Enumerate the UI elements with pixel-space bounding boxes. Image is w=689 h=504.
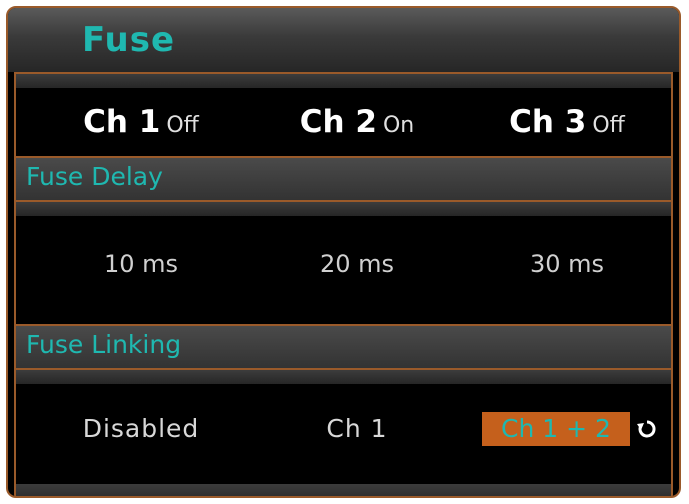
- section-strip: [16, 370, 671, 384]
- channel-state: On: [382, 113, 415, 138]
- fuse-linking-ch2[interactable]: Ch 1: [272, 414, 442, 443]
- channel-label: Ch 3: [509, 104, 587, 140]
- channel-ch1[interactable]: Ch 1 Off: [56, 104, 226, 140]
- channel-label: Ch 2: [299, 104, 377, 140]
- cycle-arrow-icon[interactable]: [636, 418, 658, 440]
- fuse-linking-ch1[interactable]: Disabled: [56, 414, 226, 443]
- fuse-panel: Fuse Ch 1 Off Ch 2 On Ch 3 Off Fuse Delay 1…: [6, 6, 681, 498]
- fuse-delay-ch1[interactable]: 10 ms: [56, 250, 226, 278]
- fuse-linking-label: Fuse Linking: [26, 330, 182, 359]
- channel-label: Ch 1: [83, 104, 161, 140]
- fuse-delay-header: Fuse Delay: [16, 156, 671, 202]
- fuse-linking-ch3-selected[interactable]: Ch 1 + 2: [482, 412, 630, 446]
- channel-ch3[interactable]: Ch 3 Off: [482, 104, 652, 140]
- channel-state: Off: [592, 113, 625, 138]
- fuse-linking-header: Fuse Linking: [16, 324, 671, 370]
- channel-state: Off: [166, 113, 199, 138]
- fuse-linking-ch3: Ch 1 + 2: [501, 414, 611, 443]
- fuse-delay-ch3[interactable]: 30 ms: [482, 250, 652, 278]
- title-bar: Fuse: [8, 8, 679, 72]
- fuse-delay-ch2[interactable]: 20 ms: [272, 250, 442, 278]
- footer-strip: [16, 484, 671, 496]
- section-strip: [16, 202, 671, 216]
- channel-ch2[interactable]: Ch 2 On: [272, 104, 442, 140]
- fuse-delay-label: Fuse Delay: [26, 162, 163, 191]
- header-strip: [16, 74, 671, 88]
- fuse-settings-area: Ch 1 Off Ch 2 On Ch 3 Off Fuse Delay 10 ms …: [14, 72, 673, 496]
- panel-title: Fuse: [82, 20, 176, 60]
